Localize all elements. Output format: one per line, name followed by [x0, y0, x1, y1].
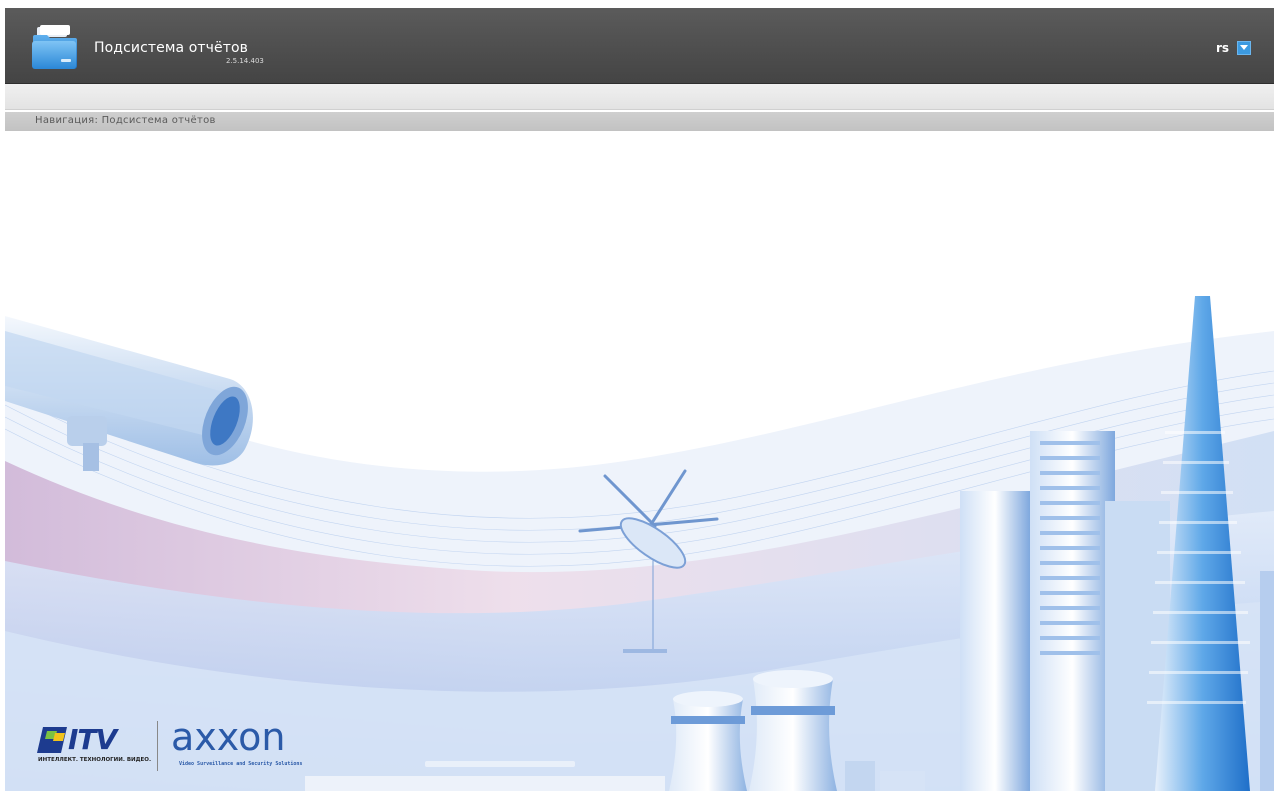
- user-menu[interactable]: rs: [1216, 41, 1251, 55]
- axxon-logo-tagline: Video Surveillance and Security Solution…: [179, 761, 303, 767]
- itv-logo: ITV ИНТЕЛЛЕКТ. ТЕХНОЛОГИИ. ВИДЕО.: [35, 723, 152, 773]
- itv-logo-text: ITV: [68, 723, 117, 756]
- itv-logo-tagline: ИНТЕЛЛЕКТ. ТЕХНОЛОГИИ. ВИДЕО.: [38, 757, 152, 763]
- axxon-logo-text: axxon: [171, 715, 286, 759]
- user-name[interactable]: rs: [1216, 41, 1229, 55]
- splash-image: ITV ИНТЕЛЛЕКТ. ТЕХНОЛОГИИ. ВИДЕО. axxon …: [5, 131, 1274, 791]
- chevron-down-icon[interactable]: [1237, 41, 1251, 55]
- city-illustration: [5, 296, 1274, 791]
- page: Подсистема отчётов 2.5.14.403 rs Навигац…: [0, 0, 1274, 791]
- folder-icon: [31, 25, 77, 71]
- app-header: Подсистема отчётов 2.5.14.403 rs: [5, 8, 1274, 84]
- toolbar: [5, 84, 1274, 110]
- itv-logo-icon: [37, 727, 67, 753]
- breadcrumb: Навигация: Подсистема отчётов: [5, 112, 1274, 131]
- app-title: Подсистема отчётов: [94, 40, 249, 56]
- breadcrumb-text: Навигация: Подсистема отчётов: [35, 115, 216, 126]
- app-version: 2.5.14.403: [226, 57, 264, 65]
- logo-divider: [157, 721, 158, 771]
- axxon-logo: axxon Video Surveillance and Security So…: [171, 715, 341, 774]
